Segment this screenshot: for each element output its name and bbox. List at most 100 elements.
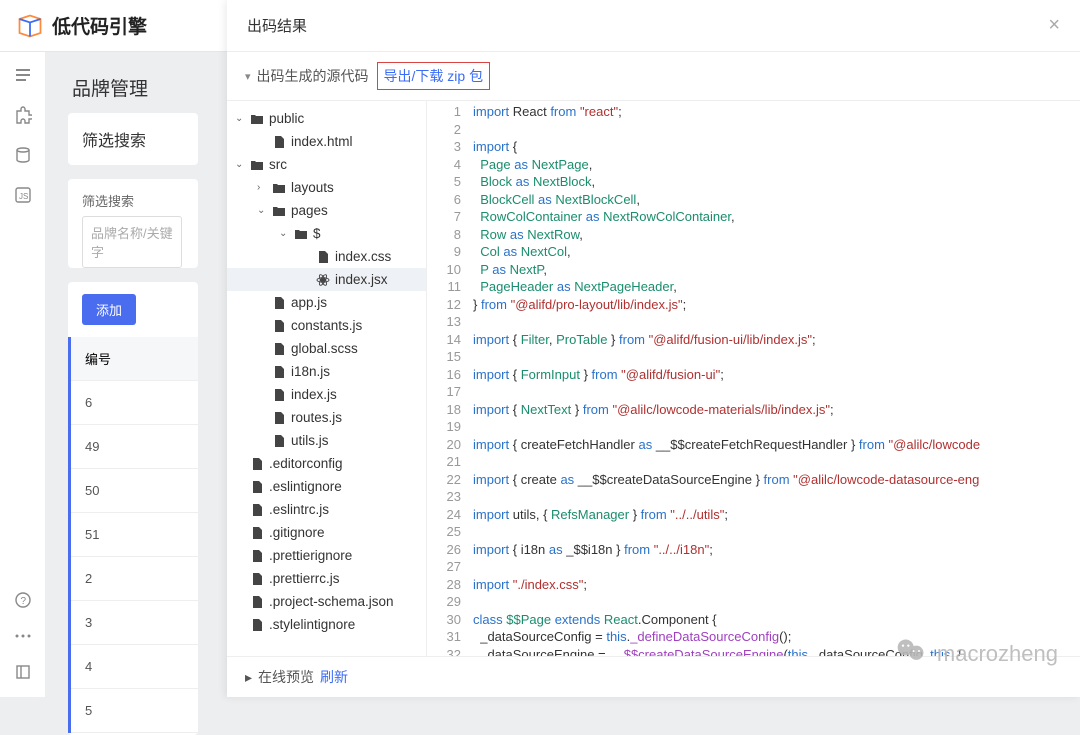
code-line: 10 P as NextP, bbox=[427, 261, 1080, 279]
source-accordion[interactable]: ▾ 出码生成的源代码 导出/下载 zip 包 bbox=[227, 52, 1080, 101]
tree-file[interactable]: .prettierrc.js bbox=[227, 567, 426, 590]
tree-file[interactable]: routes.js bbox=[227, 406, 426, 429]
file-icon bbox=[272, 388, 286, 402]
refresh-link[interactable]: 刷新 bbox=[320, 667, 348, 687]
code-line: 23 bbox=[427, 488, 1080, 506]
table-row[interactable]: 4 bbox=[71, 645, 198, 689]
brand-text: 低代码引擎 bbox=[52, 12, 147, 39]
tree-label: utils.js bbox=[291, 433, 329, 448]
js-icon[interactable]: JS bbox=[11, 184, 35, 206]
chevron-icon: ⌄ bbox=[235, 113, 245, 124]
file-icon bbox=[272, 342, 286, 356]
code-line: 9 Col as NextCol, bbox=[427, 243, 1080, 261]
tree-file[interactable]: constants.js bbox=[227, 314, 426, 337]
preview-accordion[interactable]: ▸ 在线预览 刷新 bbox=[227, 656, 1080, 697]
code-line: 21 bbox=[427, 453, 1080, 471]
file-icon bbox=[250, 549, 264, 563]
file-icon bbox=[272, 135, 286, 149]
collapse-icon[interactable] bbox=[11, 661, 35, 683]
download-zip-link[interactable]: 导出/下载 zip 包 bbox=[377, 62, 491, 90]
tree-label: .prettierignore bbox=[269, 548, 352, 563]
chevron-icon: ⌄ bbox=[257, 205, 267, 216]
code-line: 26import { i18n as _$$i18n } from "../..… bbox=[427, 541, 1080, 559]
add-button[interactable]: 添加 bbox=[82, 294, 136, 325]
table-row[interactable]: 3 bbox=[71, 601, 198, 645]
tree-file[interactable]: global.scss bbox=[227, 337, 426, 360]
tree-file[interactable]: .gitignore bbox=[227, 521, 426, 544]
code-viewer: 1import React from "react";2 3import {4 … bbox=[427, 101, 1080, 656]
tree-file[interactable]: .project-schema.json bbox=[227, 590, 426, 613]
tree-file[interactable]: index.js bbox=[227, 383, 426, 406]
file-icon bbox=[250, 595, 264, 609]
filter-input[interactable]: 品牌名称/关键字 bbox=[82, 216, 182, 268]
database-icon[interactable] bbox=[11, 144, 35, 166]
data-table: 编号 64950512345 bbox=[68, 337, 198, 733]
more-icon[interactable] bbox=[11, 625, 35, 647]
code-line: 27 bbox=[427, 558, 1080, 576]
preview-label: 在线预览 bbox=[258, 667, 314, 687]
code-line: 5 Block as NextBlock, bbox=[427, 173, 1080, 191]
file-icon bbox=[316, 250, 330, 264]
tree-file[interactable]: index.jsx bbox=[227, 268, 426, 291]
table-row[interactable]: 50 bbox=[71, 469, 198, 513]
file-icon bbox=[272, 365, 286, 379]
modal-title: 出码结果 bbox=[247, 15, 307, 36]
left-iconbar: JS ? bbox=[0, 52, 46, 697]
code-line: 20import { createFetchHandler as __$$cre… bbox=[427, 436, 1080, 454]
table-row[interactable]: 51 bbox=[71, 513, 198, 557]
tree-label: .editorconfig bbox=[269, 456, 343, 471]
modal-header: 出码结果 × bbox=[227, 0, 1080, 52]
tree-file[interactable]: index.html bbox=[227, 130, 426, 153]
tree-folder[interactable]: ⌄public bbox=[227, 107, 426, 130]
tree-file[interactable]: .stylelintignore bbox=[227, 613, 426, 636]
table-row[interactable]: 2 bbox=[71, 557, 198, 601]
code-line: 7 RowColContainer as NextRowColContainer… bbox=[427, 208, 1080, 226]
tree-file[interactable]: .eslintignore bbox=[227, 475, 426, 498]
tree-label: index.jsx bbox=[335, 272, 388, 287]
table-row[interactable]: 49 bbox=[71, 425, 198, 469]
table-row[interactable]: 5 bbox=[71, 689, 198, 733]
file-tree: ⌄public index.html ⌄src›layouts⌄pages⌄$ ind… bbox=[227, 101, 427, 656]
code-line: 13 bbox=[427, 313, 1080, 331]
file-icon bbox=[250, 503, 264, 517]
tree-label: .stylelintignore bbox=[269, 617, 355, 632]
tree-folder[interactable]: ⌄$ bbox=[227, 222, 426, 245]
tree-file[interactable]: .eslintrc.js bbox=[227, 498, 426, 521]
chevron-icon: ⌄ bbox=[235, 159, 245, 170]
search-card: 筛选搜索 品牌名称/关键字 bbox=[68, 179, 198, 268]
tree-file[interactable]: app.js bbox=[227, 291, 426, 314]
tree-label: .prettierrc.js bbox=[269, 571, 340, 586]
table-header: 编号 bbox=[71, 337, 198, 381]
tree-folder[interactable]: ⌄src bbox=[227, 153, 426, 176]
tree-label: .eslintignore bbox=[269, 479, 342, 494]
code-line: 11 PageHeader as NextPageHeader, bbox=[427, 278, 1080, 296]
code-line: 1import React from "react"; bbox=[427, 103, 1080, 121]
tree-label: i18n.js bbox=[291, 364, 330, 379]
table-row[interactable]: 6 bbox=[71, 381, 198, 425]
folder-icon bbox=[272, 181, 286, 195]
puzzle-icon[interactable] bbox=[11, 104, 35, 126]
tree-label: constants.js bbox=[291, 318, 362, 333]
tree-folder[interactable]: ›layouts bbox=[227, 176, 426, 199]
filter-title: 筛选搜索 bbox=[68, 113, 198, 165]
close-icon[interactable]: × bbox=[1048, 14, 1060, 37]
tree-label: index.js bbox=[291, 387, 337, 402]
file-icon bbox=[272, 319, 286, 333]
outline-icon[interactable] bbox=[11, 64, 35, 86]
tree-label: index.css bbox=[335, 249, 391, 264]
code-line: 18import { NextText } from "@alilc/lowco… bbox=[427, 401, 1080, 419]
tree-folder[interactable]: ⌄pages bbox=[227, 199, 426, 222]
tree-file[interactable]: index.css bbox=[227, 245, 426, 268]
chevron-icon: › bbox=[257, 182, 267, 193]
tree-file[interactable]: .prettierignore bbox=[227, 544, 426, 567]
tree-file[interactable]: utils.js bbox=[227, 429, 426, 452]
tree-file[interactable]: i18n.js bbox=[227, 360, 426, 383]
file-icon bbox=[272, 296, 286, 310]
tree-label: index.html bbox=[291, 134, 353, 149]
chevron-icon: ⌄ bbox=[279, 228, 289, 239]
tree-file[interactable]: .editorconfig bbox=[227, 452, 426, 475]
help-icon[interactable]: ? bbox=[11, 589, 35, 611]
logo-icon bbox=[16, 12, 44, 40]
code-line: 2 bbox=[427, 121, 1080, 139]
folder-icon bbox=[294, 227, 308, 241]
